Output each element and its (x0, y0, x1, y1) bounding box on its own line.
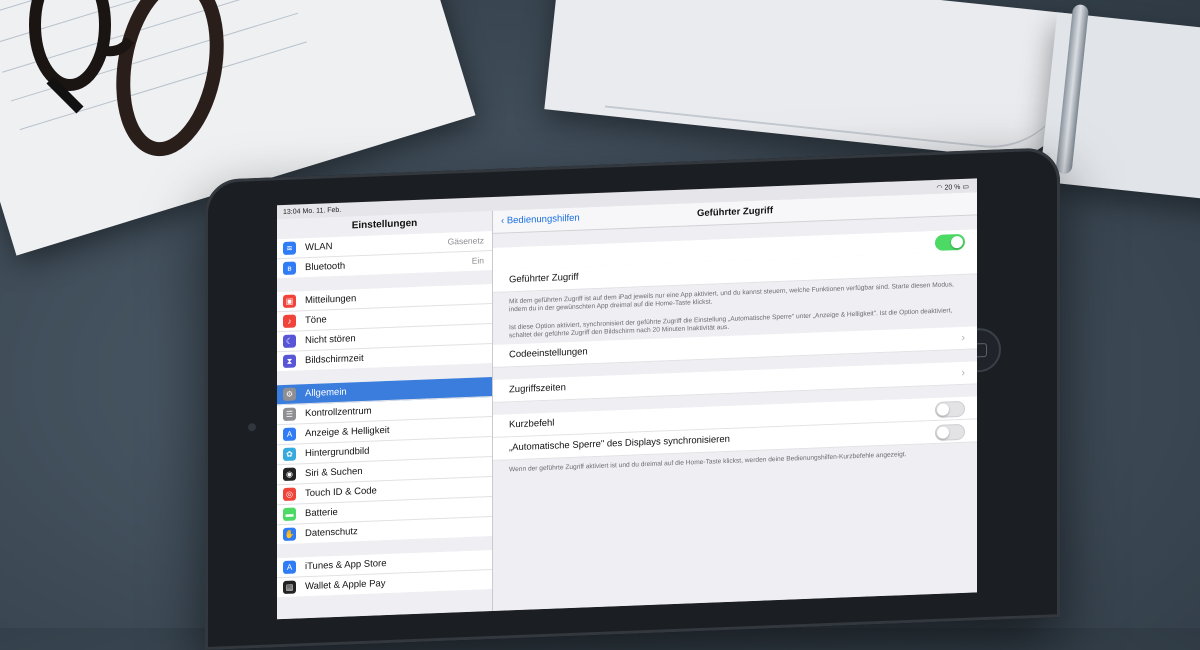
settings-group-connectivity: ≋ WLAN Gäsenetz ʙ Bluetooth Ein (277, 230, 492, 279)
fingerprint-icon: ◎ (283, 487, 296, 502)
status-time: 13:04 Mo. 11. Feb. (283, 206, 342, 217)
wifi-status-icon: ◠ (936, 184, 943, 192)
bluetooth-icon: ʙ (283, 261, 296, 276)
siri-icon: ◉ (283, 467, 296, 482)
wifi-icon: ≋ (283, 241, 296, 256)
app-store-icon: A (283, 560, 296, 575)
autolock-sync-toggle[interactable] (935, 423, 965, 441)
sound-icon: ♪ (283, 314, 296, 329)
eyeglasses (29, 0, 224, 157)
display-icon: A (283, 427, 296, 442)
settings-group-general: ⚙ Allgemein ☰ Kontrollzentrum A Anzeige … (277, 376, 492, 545)
settings-sidebar: Einstellungen ≋ WLAN Gäsenetz ʙ Bluetoot… (277, 210, 493, 620)
guided-access-toggle[interactable] (935, 233, 965, 251)
ipad-device: 13:04 Mo. 11. Feb. ◠ 20 % ▭ Einstellunge… (205, 147, 1060, 650)
wallet-icon: ▤ (283, 580, 296, 595)
chevron-right-icon: › (961, 331, 965, 344)
settings-group-notifications: ▣ Mitteilungen ♪ Töne ☾ Nicht stören ⧗ B… (277, 283, 492, 372)
hourglass-icon: ⧗ (283, 354, 296, 369)
battery-settings-icon: ▬ (283, 507, 296, 522)
hand-icon: ✋ (283, 527, 296, 542)
control-center-icon: ☰ (283, 407, 296, 422)
status-battery: ◠ 20 % ▭ (936, 183, 969, 192)
access-times-row[interactable]: Zugriffszeiten › (493, 361, 977, 403)
battery-icon: ▭ (962, 183, 969, 191)
moon-icon: ☾ (283, 334, 296, 349)
settings-group-store: A iTunes & App Store ▤ Wallet & Apple Pa… (277, 549, 492, 598)
notifications-icon: ▣ (283, 294, 296, 309)
wallpaper-icon: ✿ (283, 447, 296, 462)
detail-pane: ‹ Bedienungshilfen Geführter Zugriff Gef… (493, 192, 977, 611)
front-camera (248, 423, 256, 432)
shortcut-toggle[interactable] (935, 400, 965, 418)
ipad-screen: 13:04 Mo. 11. Feb. ◠ 20 % ▭ Einstellunge… (277, 178, 977, 620)
chevron-right-icon: › (961, 366, 965, 379)
gear-icon: ⚙ (283, 387, 296, 402)
